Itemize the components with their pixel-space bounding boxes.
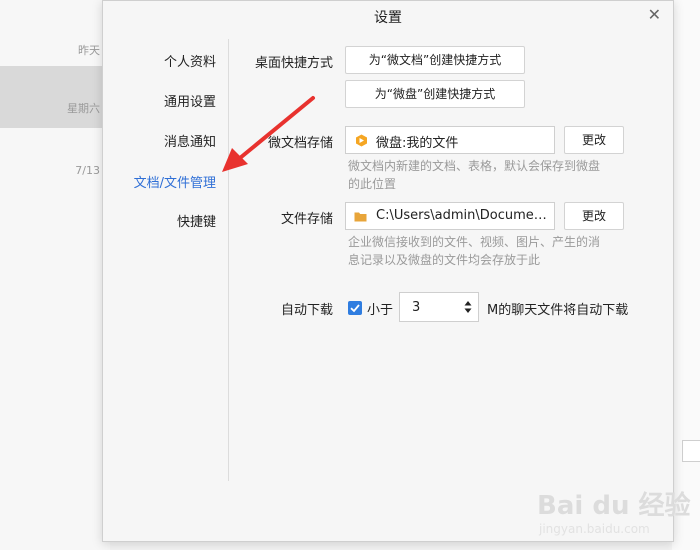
stepper-arrows-icon[interactable] [464, 300, 472, 314]
list-item[interactable]: 星期六 [0, 66, 110, 128]
change-file-storage-button[interactable]: 更改 [564, 202, 624, 230]
file-storage-hint: 企业微信接收到的文件、视频、图片、产生的消息记录以及微盘的文件均会存放于此 [348, 235, 601, 267]
folder-icon [354, 212, 367, 222]
watermark-logo: Bai du 经验 [537, 491, 691, 521]
desktop-shortcut-label: 桌面快捷方式 [254, 56, 333, 71]
watermark: Bai du 经验 jingyan.baidu.com [537, 485, 691, 536]
dialog-title: 设置 [374, 10, 402, 26]
change-doc-storage-button[interactable]: 更改 [564, 126, 624, 154]
nav-item-profile[interactable]: 个人资料 [164, 51, 216, 70]
auto-download-size-value: 3 [412, 300, 421, 315]
file-storage-path-field: C:\Users\admin\Document... [345, 202, 555, 230]
nav-item-shortcuts[interactable]: 快捷键 [177, 211, 216, 230]
auto-download-size-stepper[interactable]: 3 [399, 292, 479, 322]
list-item-time: 昨天 [78, 44, 100, 57]
list-item-time: 星期六 [67, 102, 100, 115]
file-storage-label: 文件存储 [280, 212, 333, 227]
create-doc-shortcut-button[interactable]: 为“微文档”创建快捷方式 [345, 46, 525, 74]
background-chat-pane [672, 0, 700, 550]
weipan-icon [356, 134, 367, 147]
watermark-url: jingyan.baidu.com [539, 522, 650, 536]
background-input-box [682, 440, 700, 462]
create-disk-shortcut-button[interactable]: 为“微盘”创建快捷方式 [345, 80, 525, 108]
close-icon[interactable]: ✕ [648, 5, 661, 24]
file-storage-path: C:\Users\admin\Document... [376, 208, 548, 223]
list-item[interactable]: 7/13 [0, 128, 110, 190]
nav-item-general[interactable]: 通用设置 [164, 91, 216, 110]
doc-storage-label: 微文档存储 [267, 136, 333, 151]
nav-divider [228, 39, 229, 481]
auto-download-suffix: M的聊天文件将自动下载 [487, 303, 629, 318]
auto-download-checkbox[interactable] [348, 301, 362, 315]
auto-download-prefix: 小于 [367, 303, 394, 318]
chat-list: 昨天 星期六 7/13 [0, 0, 110, 550]
auto-download-label: 自动下载 [280, 303, 333, 318]
nav-item-file-management[interactable]: 文档/文件管理 [134, 172, 216, 191]
doc-storage-path-field: 微盘:我的文件 [345, 126, 555, 154]
nav-item-notifications[interactable]: 消息通知 [164, 131, 216, 150]
list-item-time: 7/13 [75, 164, 100, 177]
doc-storage-path: 微盘:我的文件 [376, 136, 459, 151]
doc-storage-hint: 微文档内新建的文档、表格，默认会保存到微盘的此位置 [348, 159, 601, 191]
checkmark-icon [350, 304, 360, 313]
settings-dialog: 设置 ✕ 个人资料 通用设置 消息通知 文档/文件管理 快捷键 桌面快捷方式 为… [102, 0, 674, 542]
